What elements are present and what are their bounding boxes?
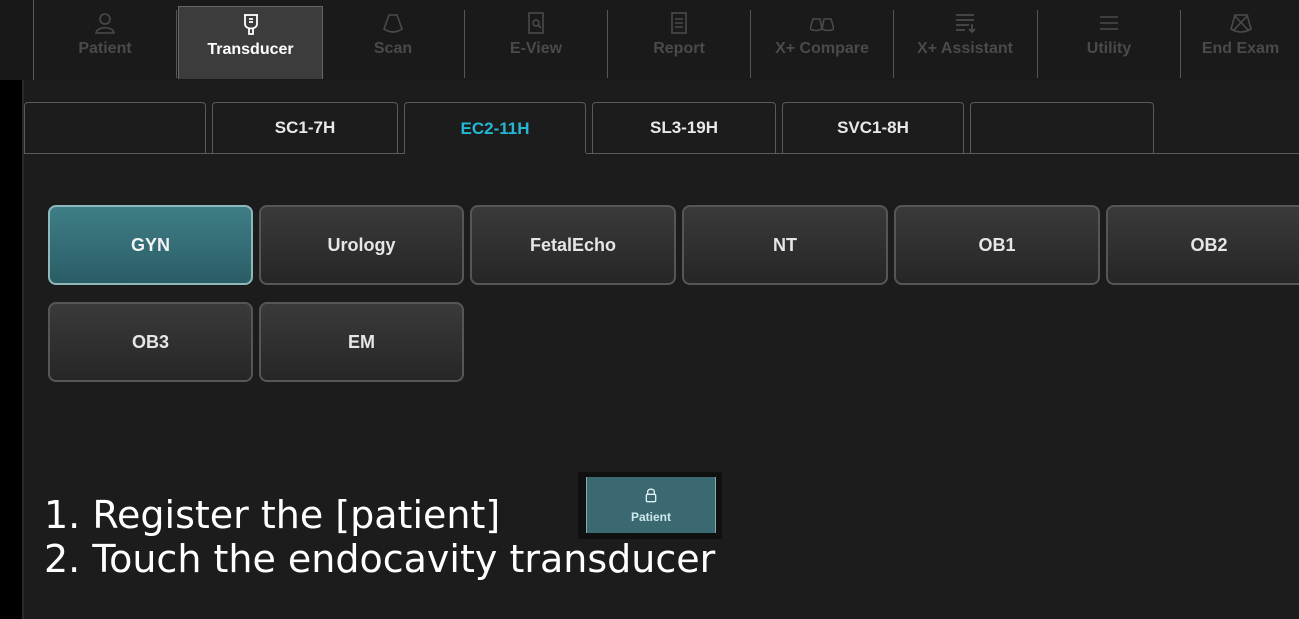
toolbar-assistant-label: X+ Assistant <box>917 40 1013 57</box>
toolbar-scan-label: Scan <box>373 40 413 57</box>
top-toolbar: Patient Transducer Scan E-View Report X+… <box>0 0 1299 80</box>
toolbar-scan-button[interactable]: Scan <box>323 6 463 78</box>
toolbar-end-exam-label: End Exam <box>1201 40 1280 57</box>
tab-label: SL3-19H <box>649 118 719 137</box>
tab-sl3-19h[interactable]: SL3-19H <box>592 102 776 153</box>
preset-fetalecho-button[interactable]: FetalEcho <box>470 205 676 285</box>
tab-label: SC1-7H <box>274 118 336 137</box>
preset-nt-button[interactable]: NT <box>682 205 888 285</box>
tab-empty-2[interactable] <box>970 102 1154 153</box>
toolbar-utility-label: Utility <box>1086 40 1132 57</box>
scan-icon <box>380 10 406 36</box>
toolbar-report-button[interactable]: Report <box>609 6 749 78</box>
preset-ob2-button[interactable]: OB2 <box>1106 205 1299 285</box>
toolbar-left-edge <box>0 0 34 80</box>
preset-ob3-button[interactable]: OB3 <box>48 302 253 382</box>
toolbar-compare-label: X+ Compare <box>775 40 869 57</box>
tab-ec2-11h[interactable]: EC2-11H <box>404 102 586 154</box>
toolbar-eview-button[interactable]: E-View <box>466 6 606 78</box>
toolbar-compare-button[interactable]: X+ Compare <box>752 6 892 78</box>
report-icon <box>666 10 692 36</box>
transducer-icon <box>238 11 264 37</box>
tab-empty-1[interactable] <box>24 102 206 153</box>
toolbar-report-label: Report <box>653 40 705 57</box>
instruction-line-1: 1. Register the [patient] <box>44 493 501 537</box>
person-icon <box>92 10 118 36</box>
menu-icon <box>1096 10 1122 36</box>
tab-baseline <box>24 153 1299 154</box>
toolbar-end-exam-button[interactable]: End Exam <box>1182 6 1299 78</box>
preset-em-button[interactable]: EM <box>259 302 464 382</box>
patient-button-illustration: Patient <box>578 472 722 539</box>
toolbar-utility-button[interactable]: Utility <box>1039 6 1179 78</box>
panel-left-border <box>22 80 24 619</box>
toolbar-transducer-label: Transducer <box>207 41 294 58</box>
preset-ob1-button[interactable]: OB1 <box>894 205 1100 285</box>
compare-icon <box>809 10 835 36</box>
eview-icon <box>523 10 549 36</box>
tab-label: SVC1-8H <box>837 118 909 137</box>
toolbar-transducer-button[interactable]: Transducer <box>178 6 323 79</box>
mini-patient-label: Patient <box>630 509 671 524</box>
toolbar-assistant-button[interactable]: X+ Assistant <box>895 6 1035 78</box>
assistant-icon <box>952 10 978 36</box>
instruction-line-2: 2. Touch the endocavity transducer <box>44 537 716 581</box>
toolbar-patient-button[interactable]: Patient <box>40 6 170 78</box>
tab-label: EC2-11H <box>460 118 530 138</box>
tab-svc1-8h[interactable]: SVC1-8H <box>782 102 964 153</box>
end-exam-icon <box>1228 10 1254 36</box>
lock-icon <box>643 487 659 508</box>
preset-gyn-button[interactable]: GYN <box>48 205 253 285</box>
tab-sc1-7h[interactable]: SC1-7H <box>212 102 398 153</box>
preset-urology-button[interactable]: Urology <box>259 205 464 285</box>
toolbar-patient-label: Patient <box>78 40 132 57</box>
toolbar-eview-label: E-View <box>509 40 563 57</box>
